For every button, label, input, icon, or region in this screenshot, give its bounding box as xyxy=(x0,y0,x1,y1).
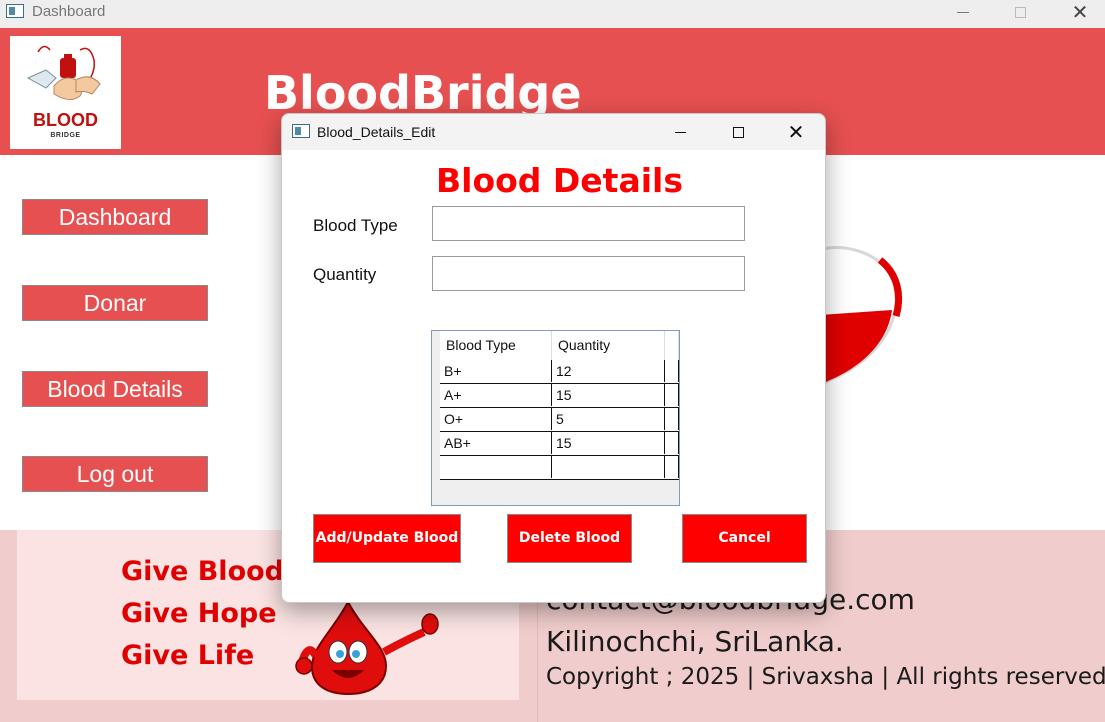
dialog-title: Blood_Details_Edit xyxy=(317,124,436,140)
grid-header-blood-type[interactable]: Blood Type xyxy=(440,331,552,360)
dialog-window-icon xyxy=(292,124,310,138)
table-row[interactable]: AB+ 15 xyxy=(440,432,679,456)
grid-header-row: Blood Type Quantity xyxy=(440,331,679,360)
slogan-give-hope: Give Hope xyxy=(121,598,277,629)
nav-dashboard-button[interactable]: Dashboard xyxy=(22,199,208,235)
main-titlebar: Dashboard ✕ xyxy=(0,0,1105,28)
cell-blood-type[interactable]: B+ xyxy=(440,360,552,382)
grid-rows: B+ 12 A+ 15 O+ 5 AB+ 15 xyxy=(440,360,679,480)
minimize-button[interactable] xyxy=(940,0,986,24)
app-window-icon xyxy=(6,4,24,18)
logo-text: BLOOD xyxy=(33,110,98,130)
blood-drop-mascot-icon xyxy=(295,599,439,696)
cell-quantity[interactable] xyxy=(552,456,665,478)
maximize-button[interactable] xyxy=(997,0,1043,24)
grid-header-quantity[interactable]: Quantity xyxy=(552,331,665,360)
grid-header-filler xyxy=(665,331,679,360)
minimize-icon xyxy=(674,131,686,133)
blood-type-label: Blood Type xyxy=(313,216,398,235)
cell-blood-type[interactable]: O+ xyxy=(440,408,552,430)
close-button[interactable]: ✕ xyxy=(1057,0,1103,24)
slogan-give-blood: Give Blood xyxy=(121,556,284,587)
nav-blood-details-button[interactable]: Blood Details xyxy=(22,371,208,407)
dialog-close-button[interactable]: ✕ xyxy=(776,120,816,144)
footer-copyright: Copyright ; 2025 | Srivaxsha | All right… xyxy=(546,664,1105,690)
cell-filler xyxy=(665,456,679,478)
app-window: Dashboard ✕ BLOOD BRIDGE BloodBridge Das… xyxy=(0,0,1105,722)
blood-details-edit-dialog: Blood_Details_Edit ✕ Blood Details Blood… xyxy=(281,113,826,603)
cancel-button[interactable]: Cancel xyxy=(682,514,807,563)
dialog-heading: Blood Details xyxy=(435,161,683,200)
dialog-maximize-button[interactable] xyxy=(718,120,758,144)
cell-filler xyxy=(665,360,679,382)
cell-filler xyxy=(665,432,679,454)
slogan-give-life: Give Life xyxy=(121,640,255,671)
close-icon: ✕ xyxy=(787,120,805,144)
footer-address: Kilinochchi, SriLanka. xyxy=(546,625,844,658)
nav-logout-button[interactable]: Log out xyxy=(22,456,208,492)
minimize-icon xyxy=(957,11,969,13)
maximize-icon xyxy=(732,126,744,138)
blood-stock-grid[interactable]: Blood Type Quantity B+ 12 A+ 15 O+ 5 AB+… xyxy=(431,330,680,506)
table-row[interactable]: O+ 5 xyxy=(440,408,679,432)
maximize-icon xyxy=(1014,6,1026,18)
table-row-new[interactable] xyxy=(440,456,679,480)
delete-blood-button[interactable]: Delete Blood xyxy=(507,514,632,563)
dialog-titlebar: Blood_Details_Edit ✕ xyxy=(282,114,825,150)
logo-subtext: BRIDGE xyxy=(50,132,81,139)
quantity-input[interactable] xyxy=(432,256,745,291)
cell-blood-type[interactable]: A+ xyxy=(440,384,552,406)
blood-type-input[interactable] xyxy=(432,206,745,241)
app-title: BloodBridge xyxy=(264,66,582,120)
table-row[interactable]: B+ 12 xyxy=(440,360,679,384)
cell-filler xyxy=(665,408,679,430)
cell-blood-type[interactable] xyxy=(440,456,552,478)
logo: BLOOD BRIDGE xyxy=(10,36,121,149)
cell-quantity[interactable]: 12 xyxy=(552,360,665,382)
cell-quantity[interactable]: 15 xyxy=(552,384,665,406)
cell-filler xyxy=(665,384,679,406)
nav-donar-button[interactable]: Donar xyxy=(22,285,208,321)
cell-blood-type[interactable]: AB+ xyxy=(440,432,552,454)
cell-quantity[interactable]: 15 xyxy=(552,432,665,454)
add-update-blood-button[interactable]: Add/Update Blood xyxy=(313,514,461,563)
dialog-minimize-button[interactable] xyxy=(660,120,700,144)
handshake-icon xyxy=(26,45,101,100)
close-icon: ✕ xyxy=(1071,0,1089,24)
main-window-title: Dashboard xyxy=(32,3,106,20)
table-row[interactable]: A+ 15 xyxy=(440,384,679,408)
quantity-label: Quantity xyxy=(313,265,377,284)
cell-quantity[interactable]: 5 xyxy=(552,408,665,430)
